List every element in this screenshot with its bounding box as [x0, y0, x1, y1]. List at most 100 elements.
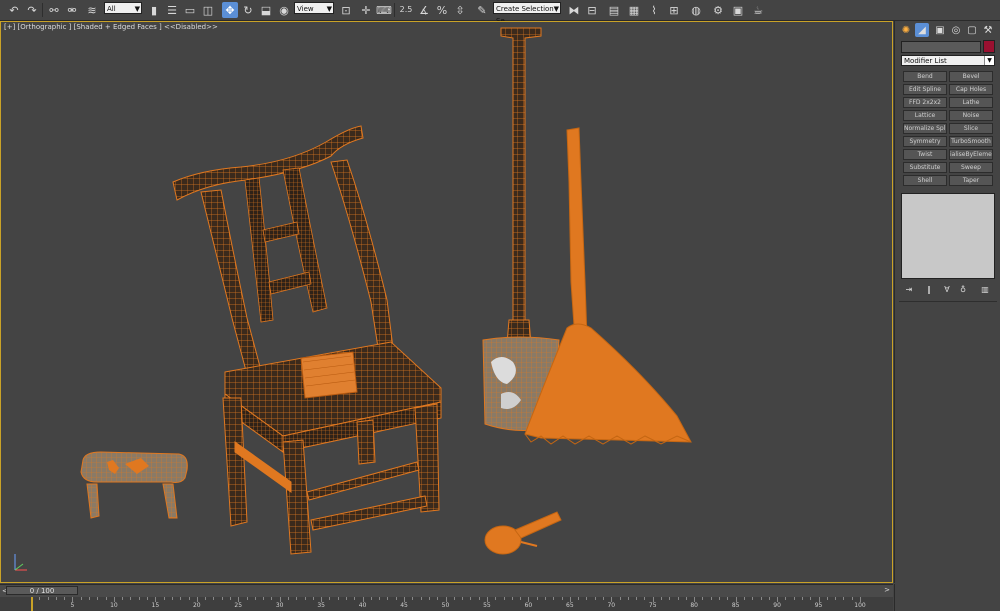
track-tick: [229, 597, 231, 600]
motion-tab-icon[interactable]: ◎: [949, 23, 963, 37]
pin-stack-icon[interactable]: ⇥: [903, 283, 915, 295]
select-and-rotate-icon[interactable]: ↻: [240, 2, 256, 18]
select-by-name-icon[interactable]: ☰: [164, 2, 180, 18]
modifier-button[interactable]: Shell: [903, 175, 947, 186]
edit-named-selection-icon[interactable]: ✎: [474, 2, 490, 18]
modifier-button[interactable]: Noise: [949, 110, 993, 121]
track-tick: [760, 597, 762, 600]
object-color-swatch[interactable]: [983, 40, 995, 53]
track-tick: [254, 597, 256, 600]
time-slider-thumb[interactable]: 0 / 100: [6, 586, 78, 595]
modifier-button[interactable]: Bevel: [949, 71, 993, 82]
chair-model[interactable]: [172, 125, 442, 555]
render-setup-icon[interactable]: ⚙: [710, 2, 726, 18]
track-tick: [511, 597, 513, 600]
modifier-button[interactable]: Lathe: [949, 97, 993, 108]
material-editor-icon[interactable]: ◍: [688, 2, 704, 18]
layer-manager-icon[interactable]: ▤: [606, 2, 622, 18]
bind-space-warp-icon[interactable]: ≋: [84, 2, 100, 18]
playhead[interactable]: [31, 597, 33, 611]
modifier-button[interactable]: Cap Holes: [949, 84, 993, 95]
track-tick: [636, 597, 638, 600]
track-tick: [395, 597, 397, 600]
track-tick-label: 95: [814, 602, 823, 609]
window-crossing-icon[interactable]: ◫: [200, 2, 216, 18]
track-tick-label: 55: [483, 602, 491, 609]
modifier-button[interactable]: Lattice: [903, 110, 947, 121]
modifier-button[interactable]: Normalize Spl.: [903, 123, 947, 134]
modifier-button[interactable]: Twist: [903, 149, 947, 160]
modifier-button[interactable]: FFD 2x2x2: [903, 97, 947, 108]
frame-display: 0 / 100: [29, 587, 55, 595]
modifier-button[interactable]: Taper: [949, 175, 993, 186]
time-slider[interactable]: < 0 / 100 >: [0, 584, 893, 597]
track-tick-label: 25: [234, 602, 243, 609]
spinner-snap-icon[interactable]: ⇳: [452, 2, 468, 18]
modifier-button[interactable]: TurboSmooth: [949, 136, 993, 147]
reference-coordinate-dropdown[interactable]: View ▼: [294, 2, 334, 14]
track-tick: [677, 597, 679, 600]
configure-sets-icon[interactable]: ▥: [979, 283, 991, 295]
main-toolbar: ↶ ↷ ⚯ ⚮ ≋ All ▼ ▮ ☰ ▭ ◫ ✥ ↻ ⬓ ◉ View ▼ ⊡…: [0, 0, 1000, 25]
track-tick: [453, 597, 455, 600]
make-unique-icon[interactable]: ∀: [941, 283, 953, 295]
track-tick: [171, 597, 173, 600]
rendered-frame-window-icon[interactable]: ▣: [730, 2, 746, 18]
modifier-button[interactable]: ialiseByElement: [949, 149, 993, 160]
modifier-button[interactable]: Substitute: [903, 162, 947, 173]
track-tick: [768, 597, 770, 600]
link-icon[interactable]: ⚯: [46, 2, 62, 18]
track-tick: [702, 597, 704, 600]
modifier-button[interactable]: Slice: [949, 123, 993, 134]
modify-tab-icon[interactable]: ◢: [915, 23, 929, 37]
display-tab-icon[interactable]: ▢: [965, 23, 979, 37]
track-bar[interactable]: 5 10 15 20 25 30 35 40 45 50 55 60 65 70 75 80 85 90 95 100: [0, 597, 893, 611]
select-and-move-icon[interactable]: ✥: [222, 2, 238, 18]
track-tick-label: 100: [854, 602, 866, 609]
track-tick: [55, 597, 57, 600]
align-icon[interactable]: ⊟: [584, 2, 600, 18]
undo-icon[interactable]: ↶: [6, 2, 22, 18]
modifier-button[interactable]: Sweep: [949, 162, 993, 173]
modifier-button[interactable]: Bend: [903, 71, 947, 82]
broom-model[interactable]: [524, 127, 692, 445]
select-manipulate-icon[interactable]: ✛: [358, 2, 374, 18]
shovel-model[interactable]: [482, 27, 560, 432]
hierarchy-tab-icon[interactable]: ▣: [933, 23, 947, 37]
show-end-result-icon[interactable]: ‖: [923, 283, 935, 295]
track-tick-label: 70: [607, 602, 616, 609]
keyboard-shortcut-icon[interactable]: ⌨: [376, 2, 392, 18]
mirror-icon[interactable]: ⧓: [566, 2, 582, 18]
percent-snap-icon[interactable]: %: [434, 2, 450, 18]
pivot-center-icon[interactable]: ⊡: [338, 2, 354, 18]
snap-toggle-icon[interactable]: 2.5: [398, 2, 414, 18]
unlink-icon[interactable]: ⚮: [64, 2, 80, 18]
modifier-list-dropdown[interactable]: Modifier List ▼: [901, 55, 995, 66]
time-slider-next[interactable]: >: [884, 586, 890, 594]
named-selection-dropdown[interactable]: Create Selection Se ▼: [493, 2, 561, 25]
modifier-button[interactable]: Symmetry: [903, 136, 947, 147]
remove-modifier-icon[interactable]: ♁: [957, 283, 969, 295]
create-tab-icon[interactable]: ✺: [899, 23, 913, 37]
track-tick: [553, 597, 555, 600]
stool-model[interactable]: [80, 451, 188, 519]
schematic-view-icon[interactable]: ⊞: [666, 2, 682, 18]
redo-icon[interactable]: ↷: [24, 2, 40, 18]
perspective-viewport[interactable]: [+] [Orthographic ] [Shaded + Edged Face…: [0, 21, 893, 583]
curve-editor-icon[interactable]: ⌇: [646, 2, 662, 18]
track-tick: [213, 597, 215, 600]
modifier-button[interactable]: Edit Spline: [903, 84, 947, 95]
render-production-icon[interactable]: ☕: [750, 2, 766, 18]
utilities-tab-icon[interactable]: ⚒: [981, 23, 995, 37]
scene-explorer-icon[interactable]: ▦: [626, 2, 642, 18]
select-and-scale-icon[interactable]: ⬓: [258, 2, 274, 18]
object-name-field[interactable]: [901, 41, 981, 53]
modifier-stack[interactable]: [901, 193, 995, 279]
scoop-model[interactable]: [484, 511, 562, 555]
angle-snap-icon[interactable]: ∡: [416, 2, 432, 18]
select-object-icon[interactable]: ▮: [146, 2, 162, 18]
selection-filter-dropdown[interactable]: All ▼: [104, 2, 142, 14]
select-place-icon[interactable]: ◉: [276, 2, 292, 18]
rectangular-selection-icon[interactable]: ▭: [182, 2, 198, 18]
track-tick: [520, 597, 522, 600]
